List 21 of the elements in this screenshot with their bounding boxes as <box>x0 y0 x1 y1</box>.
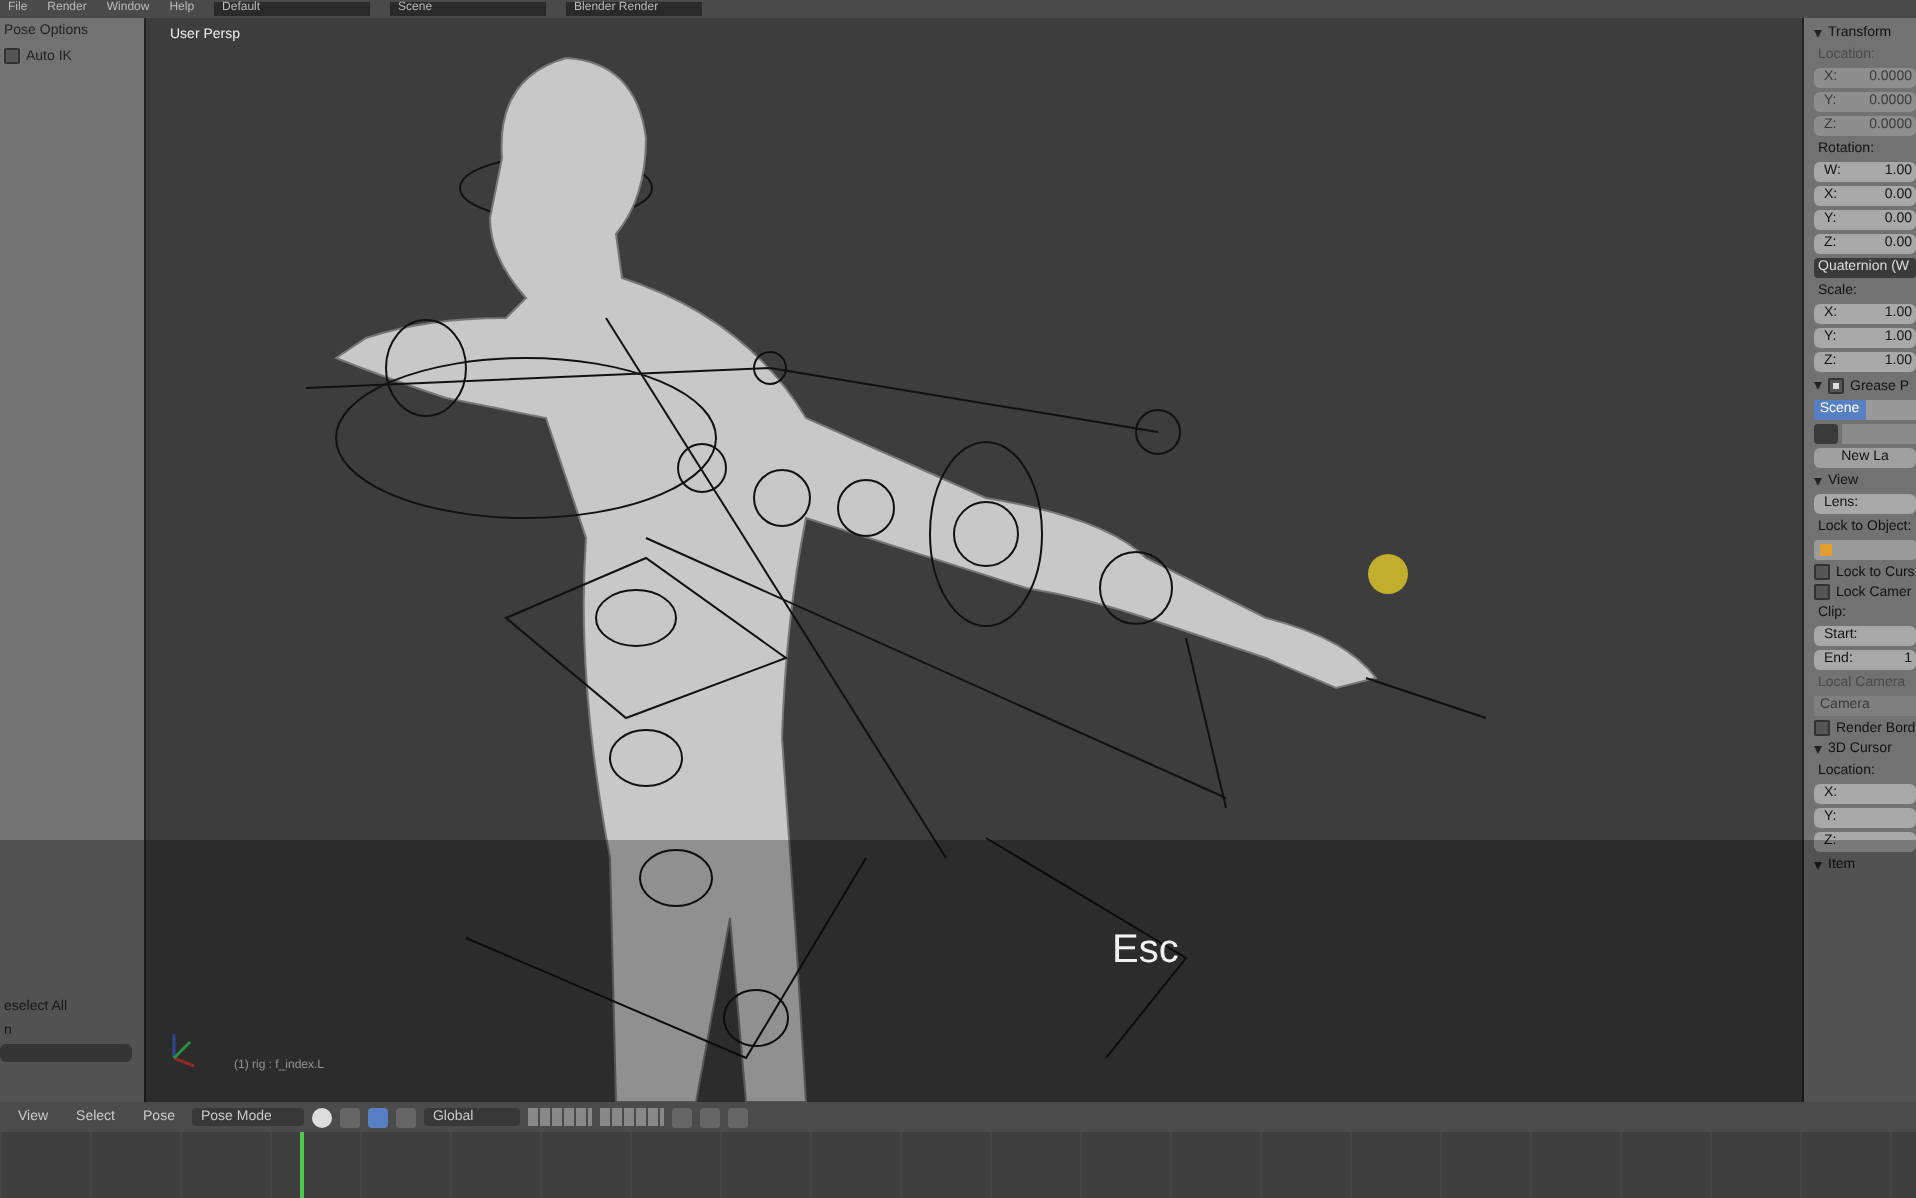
tab[interactable] <box>1865 400 1916 420</box>
cube-icon <box>1820 544 1832 556</box>
axis-icon <box>172 1034 195 1068</box>
checkbox[interactable] <box>1814 564 1830 580</box>
object-field[interactable] <box>1814 540 1916 560</box>
checkbox[interactable] <box>4 48 20 64</box>
manipulator-icon[interactable] <box>368 1107 389 1127</box>
shading-icon[interactable] <box>312 1107 333 1127</box>
cursor-highlight-icon <box>1368 554 1408 594</box>
layer-field[interactable] <box>1842 424 1916 444</box>
checkbox[interactable] <box>1814 720 1830 736</box>
layer-grid[interactable] <box>528 1108 593 1126</box>
layer-grid[interactable] <box>600 1108 665 1126</box>
dropdown-field[interactable] <box>0 1044 132 1062</box>
expand-triangle-icon[interactable] <box>1814 477 1822 485</box>
key-caption: Esc <box>1112 928 1179 974</box>
expand-triangle-icon[interactable] <box>1814 29 1822 37</box>
expand-triangle-icon[interactable] <box>1814 745 1822 753</box>
checkbox[interactable] <box>1828 378 1844 394</box>
expand-triangle-icon[interactable] <box>1814 861 1822 869</box>
checkbox[interactable] <box>1814 584 1830 600</box>
